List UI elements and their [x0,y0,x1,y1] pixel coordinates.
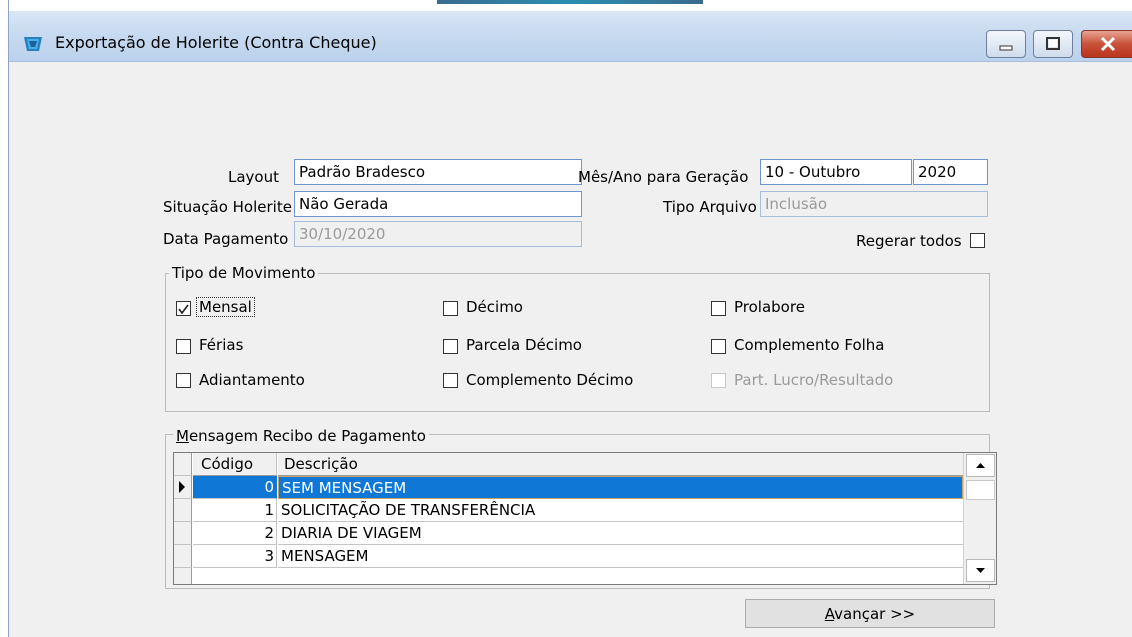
checkbox-prolabore[interactable] [711,301,726,316]
table-row[interactable]: 3 MENSAGEM [174,545,963,568]
mensagem-legend-accel: M [176,427,189,445]
checkbox-ferias[interactable] [176,339,191,354]
checkbox-decimo[interactable] [443,301,458,316]
table-row[interactable]: 0 SEM MENSAGEM [174,476,963,499]
tipo-arquivo-field: Inclusão [760,191,988,217]
checkbox-complemento-folha-label[interactable]: Complemento Folha [734,336,885,354]
checkbox-ferias-label[interactable]: Férias [199,336,243,354]
data-pagamento-field: 30/10/2020 [294,221,582,247]
grid-header: Código Descrição [174,453,963,476]
checkbox-complemento-decimo[interactable] [443,373,458,388]
cell-codigo[interactable]: 1 [193,499,277,522]
checkbox-part-lucro-label: Part. Lucro/Resultado [734,371,894,389]
checkbox-mensal[interactable] [176,301,191,316]
close-icon [1100,36,1116,52]
mes-ano-label: Mês/Ano para Geração [578,168,749,186]
close-button[interactable] [1081,30,1132,58]
ano-field[interactable]: 2020 [913,159,988,185]
window-title: Exportação de Holerite (Contra Cheque) [55,33,377,52]
situacao-field[interactable]: Não Gerada [294,191,582,217]
minimize-button[interactable] [986,30,1026,58]
top-strip [9,0,1132,11]
checkbox-complemento-folha[interactable] [711,339,726,354]
arrow-down-icon [976,568,985,573]
layout-label: Layout [228,168,279,186]
avancar-label: vançar >> [834,605,916,623]
column-header-descricao[interactable]: Descrição [278,453,963,476]
app-icon [24,37,42,51]
main-window: Exportação de Holerite (Contra Cheque) L… [8,0,1132,637]
table-row-empty [174,568,963,584]
current-row-icon [179,481,185,493]
cell-descricao[interactable]: SEM MENSAGEM [278,476,963,499]
checkbox-adiantamento-label[interactable]: Adiantamento [199,371,305,389]
header-indicator-cell [174,453,192,476]
checkbox-part-lucro [711,373,726,388]
cell-descricao[interactable]: SOLICITAÇÃO DE TRANSFERÊNCIA [278,499,963,522]
row-indicator [174,522,192,545]
avancar-button[interactable]: Avançar >> [745,599,995,628]
minimize-icon [999,45,1013,51]
title-bar[interactable]: Exportação de Holerite (Contra Cheque) [9,11,1132,62]
cell-codigo[interactable]: 2 [193,522,277,545]
regerar-checkbox[interactable] [970,233,985,248]
maximize-icon [1046,37,1060,50]
row-indicator [174,545,192,568]
cell-codigo[interactable]: 0 [193,476,277,499]
checkbox-prolabore-label[interactable]: Prolabore [734,298,805,316]
avancar-accel: A [824,605,835,623]
checkbox-mensal-label[interactable]: Mensal [196,297,255,317]
scroll-thumb[interactable] [966,480,995,500]
mes-field[interactable]: 10 - Outubro [760,159,912,185]
column-header-codigo[interactable]: Código [193,453,277,476]
mensagem-legend: Mensagem Recibo de Pagamento [173,427,429,445]
table-row[interactable]: 1 SOLICITAÇÃO DE TRANSFERÊNCIA [174,499,963,522]
data-pagamento-label: Data Pagamento [163,230,289,248]
checkbox-parcela-decimo[interactable] [443,339,458,354]
cell-codigo[interactable]: 3 [193,545,277,568]
cell-descricao[interactable]: MENSAGEM [278,545,963,568]
regerar-label: Regerar todos [856,232,962,250]
arrow-up-icon [976,463,985,468]
grid-scrollbar[interactable] [963,453,996,584]
mensagem-grid[interactable]: Código Descrição 0 SEM MENSAGEM 1 SOLICI… [173,452,997,585]
mensagem-legend-text: ensagem Recibo de Pagamento [188,427,426,445]
layout-field[interactable]: Padrão Bradesco [294,159,582,185]
tipo-arquivo-label: Tipo Arquivo [663,198,757,216]
row-indicator [174,499,192,522]
tipo-movimento-legend: Tipo de Movimento [169,264,319,282]
checkbox-adiantamento[interactable] [176,373,191,388]
cell-descricao[interactable]: DIARIA DE VIAGEM [278,522,963,545]
checkbox-parcela-decimo-label[interactable]: Parcela Décimo [466,336,582,354]
maximize-button[interactable] [1033,30,1073,58]
row-indicator [174,568,192,584]
row-indicator [174,476,192,499]
scroll-up-button[interactable] [966,454,995,477]
top-accent [437,0,703,4]
scroll-down-button[interactable] [966,559,995,582]
situacao-label: Situação Holerite [163,198,292,216]
checkbox-complemento-decimo-label[interactable]: Complemento Décimo [466,371,633,389]
table-row[interactable]: 2 DIARIA DE VIAGEM [174,522,963,545]
checkbox-decimo-label[interactable]: Décimo [466,298,523,316]
check-icon [178,304,189,315]
